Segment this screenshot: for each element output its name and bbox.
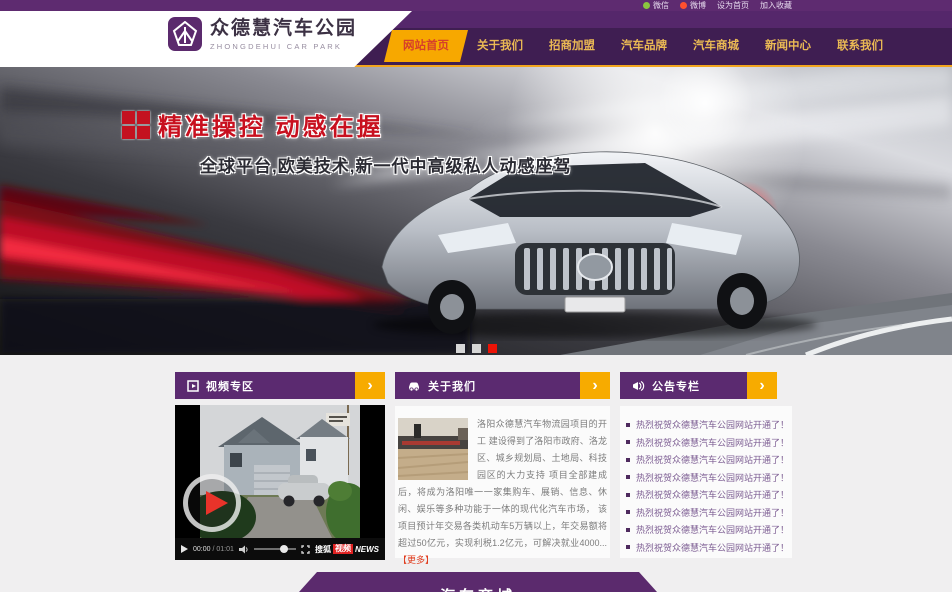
logo-title: 众德慧汽车公园 (210, 17, 357, 40)
notice-section-title: 公告专栏 (652, 378, 700, 394)
weibo-label: 微博 (690, 0, 706, 11)
about-section-header: 关于我们 › (395, 372, 610, 399)
weibo-icon (680, 2, 687, 9)
video-player: 00:00 / 01:01 搜狐 视频 NEWS (175, 405, 385, 560)
set-homepage-link[interactable]: 设为首页 (717, 0, 749, 11)
notice-list-item[interactable]: 热烈祝贺众德慧汽车公园网站开通了！ (626, 451, 788, 469)
weibo-link[interactable]: 微博 (680, 0, 706, 11)
sohu-video-badge: 视频 (333, 544, 353, 554)
bullet-icon (626, 458, 630, 462)
topbar: 微信 微博 设为首页 加入收藏 (0, 0, 952, 11)
footer-section-title: 汽车商城 (440, 585, 516, 592)
notice-list-item[interactable]: 热烈祝贺众德慧汽车公园网站开通了！ (626, 521, 788, 539)
sohu-brand: 搜狐 视频 NEWS (315, 544, 379, 555)
notice-list-item[interactable]: 热烈祝贺众德慧汽车公园网站开通了！ (626, 539, 788, 557)
nav-item-about[interactable]: 关于我们 (464, 30, 536, 62)
hero-headline: 精准操控 动感在握 (158, 107, 384, 142)
bullet-icon (626, 440, 630, 444)
notice-more-button[interactable]: › (747, 372, 777, 399)
carousel-dot[interactable] (456, 344, 465, 353)
wechat-label: 微信 (653, 0, 669, 11)
bullet-icon (626, 528, 630, 532)
video-icon (187, 380, 199, 392)
volume-icon[interactable] (239, 545, 249, 554)
carousel-dot[interactable] (472, 344, 481, 353)
wechat-link[interactable]: 微信 (643, 0, 669, 11)
news-label: NEWS (355, 545, 379, 554)
slider-handle[interactable] (280, 545, 288, 553)
nav-item-news[interactable]: 新闻中心 (752, 30, 824, 62)
red-squares-icon (122, 111, 150, 139)
lotus-icon (172, 21, 198, 47)
notice-section-header: 公告专栏 › (620, 372, 777, 399)
notice-list-item[interactable]: 热烈祝贺众德慧汽车公园网站开通了！ (626, 434, 788, 452)
bullet-icon (626, 545, 630, 549)
carousel-dot-active[interactable] (488, 344, 497, 353)
notice-list-item[interactable]: 热烈祝贺众德慧汽车公园网站开通了！ (626, 486, 788, 504)
carousel-dots (456, 344, 497, 353)
add-favorite-link[interactable]: 加入收藏 (760, 0, 792, 11)
video-more-button[interactable]: › (355, 372, 385, 399)
fullscreen-icon[interactable] (301, 545, 310, 554)
hero-subline: 全球平台,欧美技术,新一代中高级私人动感座驾 (200, 152, 571, 177)
nav-item-home[interactable]: 网站首页 (384, 30, 468, 62)
nav-item-contact[interactable]: 联系我们 (824, 30, 896, 62)
about-content: 洛阳众德慧汽车物流园项目的开工 建设得到了洛阳市政府、洛龙区、城乡规划局、土地局… (395, 406, 610, 558)
notice-list-item[interactable]: 热烈祝贺众德慧汽车公园网站开通了！ (626, 504, 788, 522)
car-icon (407, 380, 421, 392)
nav-item-mall[interactable]: 汽车商城 (680, 30, 752, 62)
notice-list-item[interactable]: 热烈祝贺众德慧汽车公园网站开通了！ (626, 416, 788, 434)
player-time: 00:00 / 01:01 (193, 546, 234, 553)
hero-banner: 精准操控 动感在握 全球平台,欧美技术,新一代中高级私人动感座驾 (0, 67, 952, 355)
bullet-icon (626, 493, 630, 497)
about-more-button[interactable]: › (580, 372, 610, 399)
about-section-title: 关于我们 (428, 378, 476, 394)
page: 微信 微博 设为首页 加入收藏 众德慧汽车公园 ZHONGDE (0, 0, 952, 592)
site-logo[interactable]: 众德慧汽车公园 ZHONGDEHUI CAR PARK (168, 17, 357, 51)
play-button[interactable] (183, 474, 241, 532)
notice-list: 热烈祝贺众德慧汽车公园网站开通了！ 热烈祝贺众德慧汽车公园网站开通了！ 热烈祝贺… (620, 406, 792, 558)
about-more-link[interactable]: 【更多】 (398, 555, 434, 565)
wechat-icon (643, 2, 650, 9)
player-controls: 00:00 / 01:01 搜狐 视频 NEWS (175, 538, 385, 560)
about-photo (398, 418, 468, 480)
nav-item-brands[interactable]: 汽车品牌 (608, 30, 680, 62)
logo-subtitle: ZHONGDEHUI CAR PARK (210, 42, 357, 51)
footer-section-banner: 汽车商城 (299, 572, 657, 592)
bullet-icon (626, 510, 630, 514)
player-play-icon[interactable] (181, 545, 188, 553)
megaphone-icon (632, 380, 645, 392)
notice-list-item[interactable]: 热烈祝贺众德慧汽车公园网站开通了！ (626, 469, 788, 487)
topbar-links: 微信 微博 设为首页 加入收藏 (643, 0, 792, 11)
nav-item-join[interactable]: 招商加盟 (536, 30, 608, 62)
volume-slider[interactable] (254, 548, 296, 550)
bullet-icon (626, 423, 630, 427)
video-section-title: 视频专区 (206, 378, 254, 394)
sohu-label: 搜狐 (315, 544, 331, 555)
main-nav: 网站首页 关于我们 招商加盟 汽车品牌 汽车商城 新闻中心 联系我们 (388, 30, 896, 62)
hero-text: 精准操控 动感在握 全球平台,欧美技术,新一代中高级私人动感座驾 (122, 107, 571, 177)
bullet-icon (626, 475, 630, 479)
logo-mark-icon (168, 17, 202, 51)
video-section-header: 视频专区 › (175, 372, 385, 399)
